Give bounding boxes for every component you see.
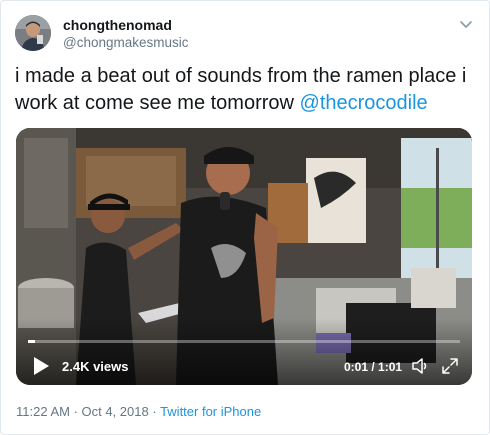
fullscreen-icon[interactable] [440, 356, 460, 376]
play-icon[interactable] [32, 356, 50, 376]
volume-icon[interactable] [410, 356, 430, 376]
video-progress-bar[interactable] [28, 340, 460, 343]
video-progress-fill [28, 340, 35, 343]
mention-link[interactable]: @thecrocodile [300, 92, 428, 114]
tweet-source-link[interactable]: Twitter for iPhone [160, 404, 261, 419]
user-handle[interactable]: @chongmakesmusic [63, 34, 189, 52]
tweet-card: chongthenomad @chongmakesmusic i made a … [0, 0, 490, 435]
tweet-timestamp[interactable]: 11:22 AM · Oct 4, 2018 [16, 404, 149, 419]
meta-separator: · [148, 404, 161, 419]
video-frame [16, 128, 472, 385]
video-time: 0:01 / 1:01 [344, 360, 403, 374]
chevron-down-icon[interactable] [459, 17, 473, 31]
video-player[interactable]: 2.4K views 0:01 / 1:01 [16, 128, 472, 385]
avatar-image [15, 15, 51, 51]
display-name[interactable]: chongthenomad [63, 16, 172, 34]
tweet-text: i made a beat out of sounds from the ram… [15, 63, 475, 117]
view-count: 2.4K views [62, 359, 129, 374]
tweet-meta: 11:22 AM · Oct 4, 2018 · Twitter for iPh… [16, 404, 261, 420]
avatar[interactable] [15, 15, 51, 51]
